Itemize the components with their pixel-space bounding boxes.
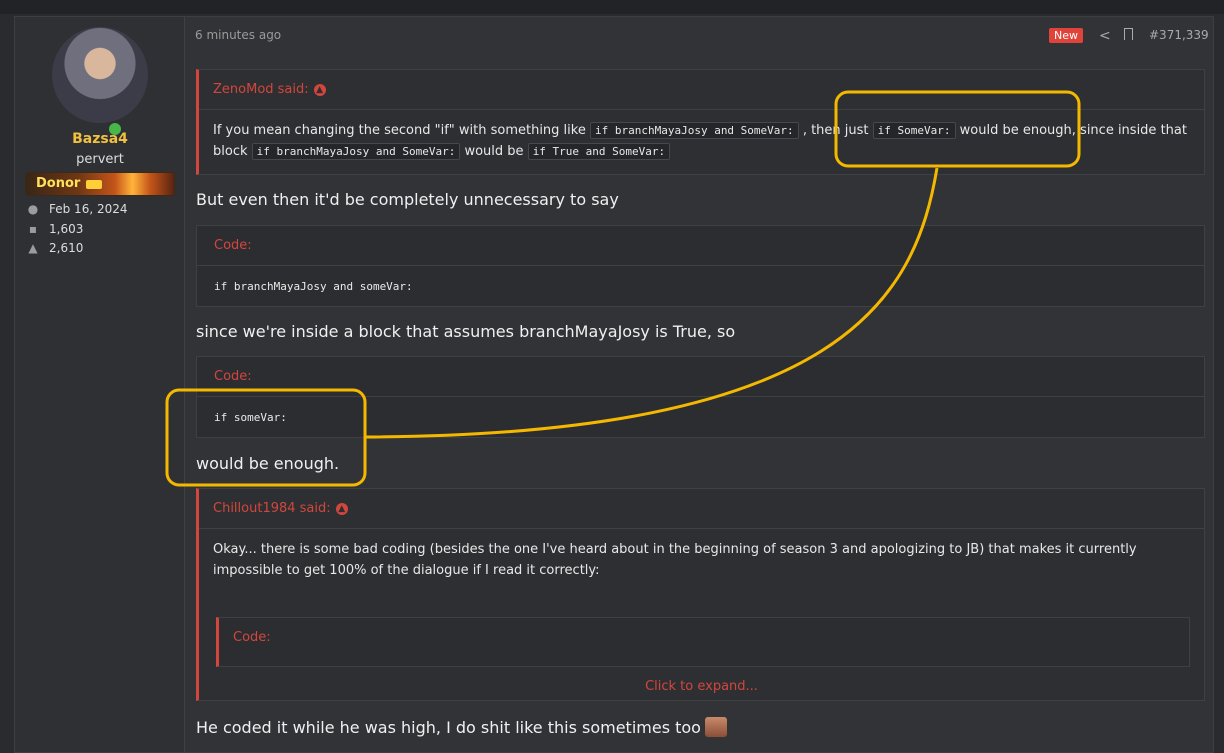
arrow-up-icon[interactable]: ▲ xyxy=(313,83,326,96)
inline-code: if branchMayaJosy and SomeVar: xyxy=(589,122,799,139)
paragraph-text: He coded it while he was high, I do shit… xyxy=(196,718,701,737)
post-paragraph: since we're inside a block that assumes … xyxy=(196,322,736,341)
post-content: 6 minutes ago New < #371,339 ZenoMod sai… xyxy=(185,17,1213,752)
code-block: Code: if someVar: xyxy=(196,356,1205,438)
post-paragraph: He coded it while he was high, I do shit… xyxy=(196,717,727,737)
post-number[interactable]: #371,339 xyxy=(1149,28,1209,42)
avatar-image xyxy=(52,27,148,123)
code-label: Code: xyxy=(197,357,1204,397)
code-line: if someVar: xyxy=(214,410,287,424)
joined-stat: ● Feb 16, 2024 xyxy=(25,202,128,216)
nested-code-block: Code: xyxy=(216,617,1190,667)
code-label: Code: xyxy=(233,630,271,645)
messages-stat: ▪ 1,603 xyxy=(25,222,83,236)
banner-flag-icon xyxy=(86,180,102,189)
quote-chillout: Chillout1984 said: ▲ Okay... there is so… xyxy=(196,488,1205,701)
post-paragraph: But even then it'd be completely unneces… xyxy=(196,190,619,209)
quote-text: , then just xyxy=(802,123,869,138)
code-body: if branchMayaJosy and someVar: xyxy=(197,266,1204,306)
post-paragraph: would be enough. xyxy=(196,454,340,473)
quote-body: Okay... there is some bad coding (beside… xyxy=(213,542,1137,578)
expand-link[interactable]: Click to expand... xyxy=(199,679,1204,694)
quote-author[interactable]: ZenoMod said: xyxy=(213,82,309,97)
top-strip xyxy=(0,0,1224,14)
reactions-count: 2,610 xyxy=(49,241,84,255)
emoji-icon xyxy=(704,717,727,737)
banner-label: Donor xyxy=(36,176,81,191)
reactions-stat: ▲ 2,610 xyxy=(25,241,83,255)
bookmark-icon[interactable] xyxy=(1124,28,1133,40)
joined-date: Feb 16, 2024 xyxy=(49,202,128,216)
inline-code: if SomeVar: xyxy=(872,122,956,139)
code-line: if branchMayaJosy and someVar: xyxy=(214,279,413,293)
quote-header[interactable]: Chillout1984 said: ▲ xyxy=(199,489,1204,529)
quote-text: would be xyxy=(464,144,524,159)
user-title: pervert xyxy=(76,152,124,167)
quote-header[interactable]: ZenoMod said: ▲ xyxy=(199,70,1204,110)
messages-icon: ▪ xyxy=(28,222,38,236)
post-container: Bazsa4 pervert Donor ● Feb 16, 2024 ▪ 1,… xyxy=(14,16,1214,753)
user-column: Bazsa4 pervert Donor ● Feb 16, 2024 ▪ 1,… xyxy=(15,17,185,752)
code-block: Code: if branchMayaJosy and someVar: xyxy=(196,225,1205,307)
quote-zenomod: ZenoMod said: ▲ If you mean changing the… xyxy=(196,69,1205,175)
new-badge: New xyxy=(1049,28,1083,43)
avatar[interactable] xyxy=(52,27,148,137)
inline-code: if True and SomeVar: xyxy=(527,143,671,160)
messages-count: 1,603 xyxy=(49,222,84,236)
code-label: Code: xyxy=(197,226,1204,266)
donor-banner: Donor xyxy=(25,172,175,196)
code-body: if someVar: xyxy=(197,397,1204,437)
username-link[interactable]: Bazsa4 xyxy=(15,131,185,147)
thumbs-up-icon: ▲ xyxy=(28,241,38,255)
quote-author[interactable]: Chillout1984 said: xyxy=(213,501,331,516)
share-icon[interactable]: < xyxy=(1099,28,1111,44)
post-time[interactable]: 6 minutes ago xyxy=(195,28,281,42)
quote-body: If you mean changing the second "if" wit… xyxy=(199,110,1204,172)
quote-text: If you mean changing the second "if" wit… xyxy=(213,123,586,138)
arrow-up-icon[interactable]: ▲ xyxy=(335,502,348,515)
inline-code: if branchMayaJosy and SomeVar: xyxy=(251,143,461,160)
user-icon: ● xyxy=(27,202,39,216)
